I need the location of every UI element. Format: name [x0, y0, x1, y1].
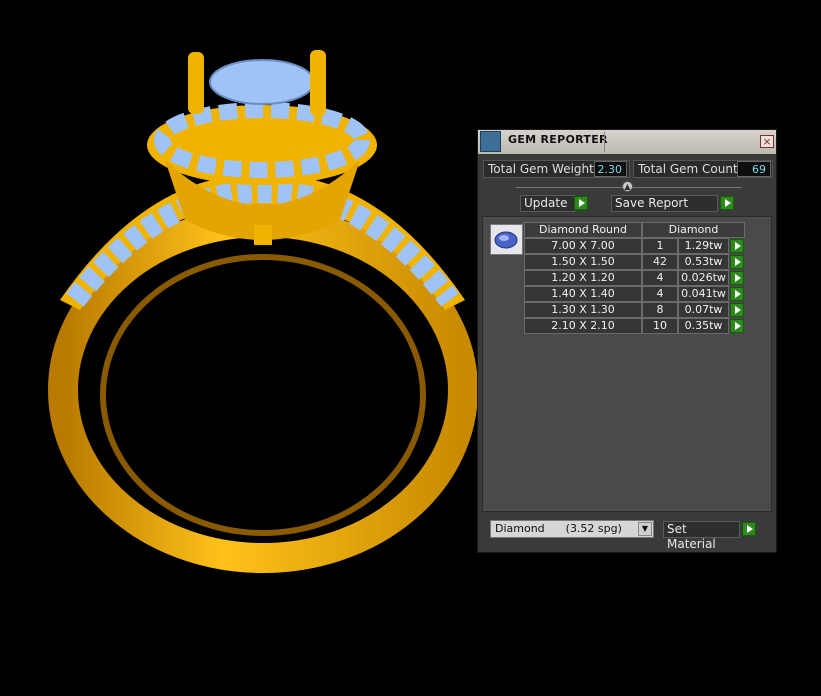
cell-weight: 0.07tw [678, 302, 729, 318]
report-area: Diamond Round Diamond 7.00 X 7.00 1 1.29… [482, 216, 772, 512]
total-gem-weight-value: 2.30 [594, 161, 627, 177]
header-shape: Diamond Round [524, 222, 642, 238]
set-material-button[interactable]: Set Material [663, 521, 740, 551]
cell-size: 1.30 X 1.30 [524, 302, 642, 318]
close-icon[interactable]: × [760, 135, 774, 148]
header-material: Diamond [642, 222, 745, 238]
set-material-label: Set Material [667, 522, 716, 551]
title-separator [604, 132, 605, 152]
cell-weight: 0.026tw [678, 270, 729, 286]
update-button[interactable]: Update [520, 195, 575, 212]
gem-reporter-icon [480, 131, 501, 152]
row-go-icon[interactable] [730, 287, 744, 301]
cell-count: 4 [642, 286, 678, 302]
panel-titlebar[interactable]: GEM REPORTER × [478, 130, 776, 154]
cell-count: 1 [642, 238, 678, 254]
cell-count: 10 [642, 318, 678, 334]
cell-weight: 0.35tw [678, 318, 729, 334]
cell-count: 4 [642, 270, 678, 286]
update-go-icon[interactable] [574, 196, 588, 210]
cell-weight: 0.53tw [678, 254, 729, 270]
gem-reporter-panel: GEM REPORTER × Total Gem Weight 2.30 Tot… [477, 129, 777, 553]
cell-size: 2.10 X 2.10 [524, 318, 642, 334]
cell-size: 1.20 X 1.20 [524, 270, 642, 286]
save-report-button[interactable]: Save Report [611, 195, 718, 212]
row-go-icon[interactable] [730, 255, 744, 269]
gem-oval-icon [490, 224, 523, 255]
cell-count: 8 [642, 302, 678, 318]
cell-size: 1.40 X 1.40 [524, 286, 642, 302]
update-label: Update [524, 196, 568, 210]
cell-size: 7.00 X 7.00 [524, 238, 642, 254]
cell-count: 42 [642, 254, 678, 270]
cell-weight: 0.041tw [678, 286, 729, 302]
chevron-down-icon[interactable]: ▼ [638, 522, 652, 536]
ring-shank [48, 207, 478, 573]
cell-weight: 1.29tw [678, 238, 729, 254]
row-go-icon[interactable] [730, 303, 744, 317]
save-report-label: Save Report [615, 196, 689, 210]
total-gem-count-value: 69 [737, 161, 771, 177]
row-go-icon[interactable] [730, 319, 744, 333]
panel-title: GEM REPORTER [508, 133, 608, 146]
cell-size: 1.50 X 1.50 [524, 254, 642, 270]
save-report-go-icon[interactable] [720, 196, 734, 210]
collapse-icon[interactable]: ▲ [622, 181, 633, 192]
material-select[interactable]: Diamond (3.52 spg) ▼ [490, 520, 654, 538]
row-go-icon[interactable] [730, 239, 744, 253]
row-go-icon[interactable] [730, 271, 744, 285]
material-select-value: Diamond (3.52 spg) [495, 522, 622, 535]
set-material-go-icon[interactable] [742, 522, 756, 536]
